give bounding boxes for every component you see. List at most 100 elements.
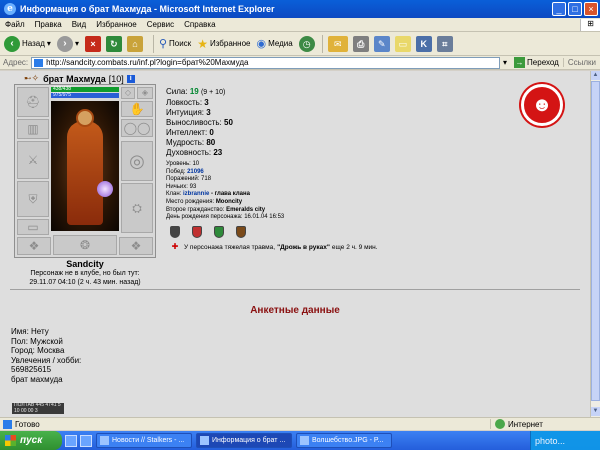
clan-shield-icon[interactable] — [192, 226, 202, 238]
stat-strength: Сила: 19 (9 + 10) — [166, 87, 226, 96]
stat-spirituality: Духовность: 23 — [166, 148, 223, 157]
stat-wisdom: Мудрость: 80 — [166, 138, 216, 147]
anketa-hobby-label: Увлечения / хобби: — [11, 355, 82, 365]
maximize-button[interactable]: □ — [568, 2, 582, 16]
go-button[interactable]: → Переход — [510, 57, 563, 68]
print-icon[interactable]: ⎙ — [352, 35, 369, 52]
amulet-slot-icon[interactable]: ◈ — [137, 87, 153, 99]
menu-favorites[interactable]: Избранное — [91, 20, 142, 29]
gloves-slot-icon[interactable]: ✋ — [121, 101, 153, 117]
mana-bar: 975/975 — [51, 93, 119, 98]
taskbar-item-news[interactable]: Новости // Stalkers - ... — [96, 433, 192, 448]
last-seen-line1: Персонаж не в клубе, но был тут: — [30, 270, 140, 277]
scroll-down-icon[interactable]: ▼ — [591, 407, 600, 416]
hp-mana-bars: 438/438 975/975 — [51, 87, 119, 99]
taskbar-item-info[interactable]: Информация о брат ... — [196, 433, 292, 448]
armor-slot-icon[interactable]: ⛨ — [17, 181, 49, 217]
back-label: Назад — [22, 39, 45, 48]
menu-edit[interactable]: Правка — [30, 20, 67, 29]
refresh-icon[interactable]: ↻ — [105, 35, 122, 52]
tray-watermark: photo... — [535, 435, 566, 446]
info-second-citizenship: Второе гражданство: Emeralds city — [166, 206, 266, 213]
address-dropdown-icon[interactable]: ▾ — [500, 58, 510, 67]
visit-counter[interactable]: ПОЛТАВ 445 4741 5 10 00 00 3 — [12, 402, 64, 414]
close-button[interactable]: × — [584, 2, 598, 16]
character-name[interactable]: брат Махмуда — [43, 74, 106, 84]
home-icon[interactable]: ⌂ — [126, 35, 143, 52]
address-url: http://sandcity.combats.ru/inf.pl?login=… — [46, 57, 249, 67]
rune-slot-right-icon[interactable]: ❖ — [119, 237, 153, 255]
discuss-icon[interactable]: ▭ — [394, 35, 411, 52]
links-button[interactable]: Ссылки — [562, 58, 600, 67]
weapon-slot-icon[interactable]: ⚔ — [17, 141, 49, 179]
mail-icon[interactable]: ✉ — [327, 35, 348, 52]
back-button[interactable]: ‹ Назад ▾ — [4, 35, 51, 52]
clan-link[interactable]: izbrannie — [183, 191, 209, 197]
avatar-orb — [97, 181, 113, 197]
clan-shield-icon[interactable] — [214, 226, 224, 238]
ie-app-icon: e — [4, 3, 16, 15]
research-icon[interactable]: ⌗ — [436, 35, 453, 52]
forward-arrow-icon: › — [56, 35, 73, 52]
rune-slot-left-icon[interactable]: ❖ — [17, 237, 51, 255]
menu-tools[interactable]: Сервис — [142, 20, 179, 29]
title-bar: e Информация о брат Махмуда - Microsoft … — [0, 0, 600, 18]
favorites-star-icon: ★ — [197, 36, 208, 51]
media-icon: ◉ — [256, 38, 267, 50]
messenger-icon[interactable]: K — [415, 35, 432, 52]
rings-slot-icon[interactable]: ◯◯ — [121, 119, 153, 137]
history-icon[interactable]: ◷ — [298, 35, 315, 52]
toolbar-separator — [152, 34, 154, 53]
stat-intuition: Интуиция: 3 — [166, 108, 211, 117]
trauma-notice: ✚ У персонажа тяжелая травма, "Дрожь в р… — [171, 242, 378, 251]
favorites-label: Избранное — [209, 39, 251, 48]
forward-button[interactable]: › ▾ — [56, 35, 79, 52]
vertical-scrollbar[interactable]: ▲ ▼ — [590, 71, 600, 417]
menu-help[interactable]: Справка — [179, 20, 220, 29]
address-input[interactable]: http://sandcity.combats.ru/inf.pl?login=… — [31, 56, 501, 69]
taskbar-item-image[interactable]: Волшебство.JPG - P... — [296, 433, 392, 448]
info-birthplace: Место рождения: Mooncity — [166, 198, 243, 205]
image-task-icon — [300, 436, 309, 445]
start-button[interactable]: пуск — [0, 431, 62, 450]
ie-window: e Информация о брат Махмуда - Microsoft … — [0, 0, 600, 450]
ie-task-icon — [200, 436, 209, 445]
edit-icon[interactable]: ✎ — [373, 35, 390, 52]
menu-file[interactable]: Файл — [0, 20, 30, 29]
clan-shield-icon[interactable] — [170, 226, 180, 238]
media-button[interactable]: ◉ Медиа — [257, 37, 293, 50]
search-button[interactable]: ⚲ Поиск — [159, 37, 191, 50]
info-losses: Поражений: 718 — [166, 176, 212, 183]
info-clan: Клан: izbrannie - глава клана — [166, 191, 250, 198]
info-level: Уровень: 10 — [166, 161, 200, 167]
quicklaunch-icon[interactable] — [80, 434, 92, 447]
character-avatar[interactable] — [51, 101, 119, 231]
status-bar: Готово Интернет — [0, 417, 600, 430]
scroll-up-icon[interactable]: ▲ — [591, 71, 600, 80]
internet-globe-icon — [495, 419, 505, 429]
trauma-name: "Дрожь в руках" — [277, 243, 330, 251]
bracers-slot-icon[interactable]: ▥ — [17, 119, 49, 139]
helmet-slot-icon[interactable]: ⛑ — [17, 87, 49, 117]
menu-view[interactable]: Вид — [67, 20, 91, 29]
shield-slot-icon[interactable]: ◎ — [121, 141, 153, 181]
info-icon[interactable]: i — [126, 74, 135, 83]
boots-slot-icon[interactable]: ⛭ — [121, 183, 153, 233]
quicklaunch-icon[interactable] — [65, 434, 77, 447]
belt-slot-icon[interactable]: ▭ — [17, 219, 49, 235]
clan-emblem-icon[interactable]: ☻ — [521, 84, 563, 126]
favorites-button[interactable]: ★ Избранное — [197, 37, 250, 51]
avatar-head — [76, 109, 94, 127]
scroll-thumb[interactable] — [591, 81, 600, 401]
earring-slot-icon[interactable]: ◇ — [121, 87, 135, 99]
go-label: Переход — [527, 58, 559, 67]
status-zone: Интернет — [490, 419, 600, 429]
status-done: Готово — [0, 419, 490, 429]
back-dropdown-icon: ▾ — [46, 39, 51, 48]
anketa-hobby-2: брат махмуда — [11, 374, 63, 384]
back-arrow-icon: ‹ — [4, 35, 20, 52]
stop-icon[interactable]: × — [84, 35, 101, 52]
minimize-button[interactable]: _ — [552, 2, 566, 16]
clan-shield-icon[interactable] — [236, 226, 246, 238]
stat-agility: Ловкость: 3 — [166, 98, 209, 107]
